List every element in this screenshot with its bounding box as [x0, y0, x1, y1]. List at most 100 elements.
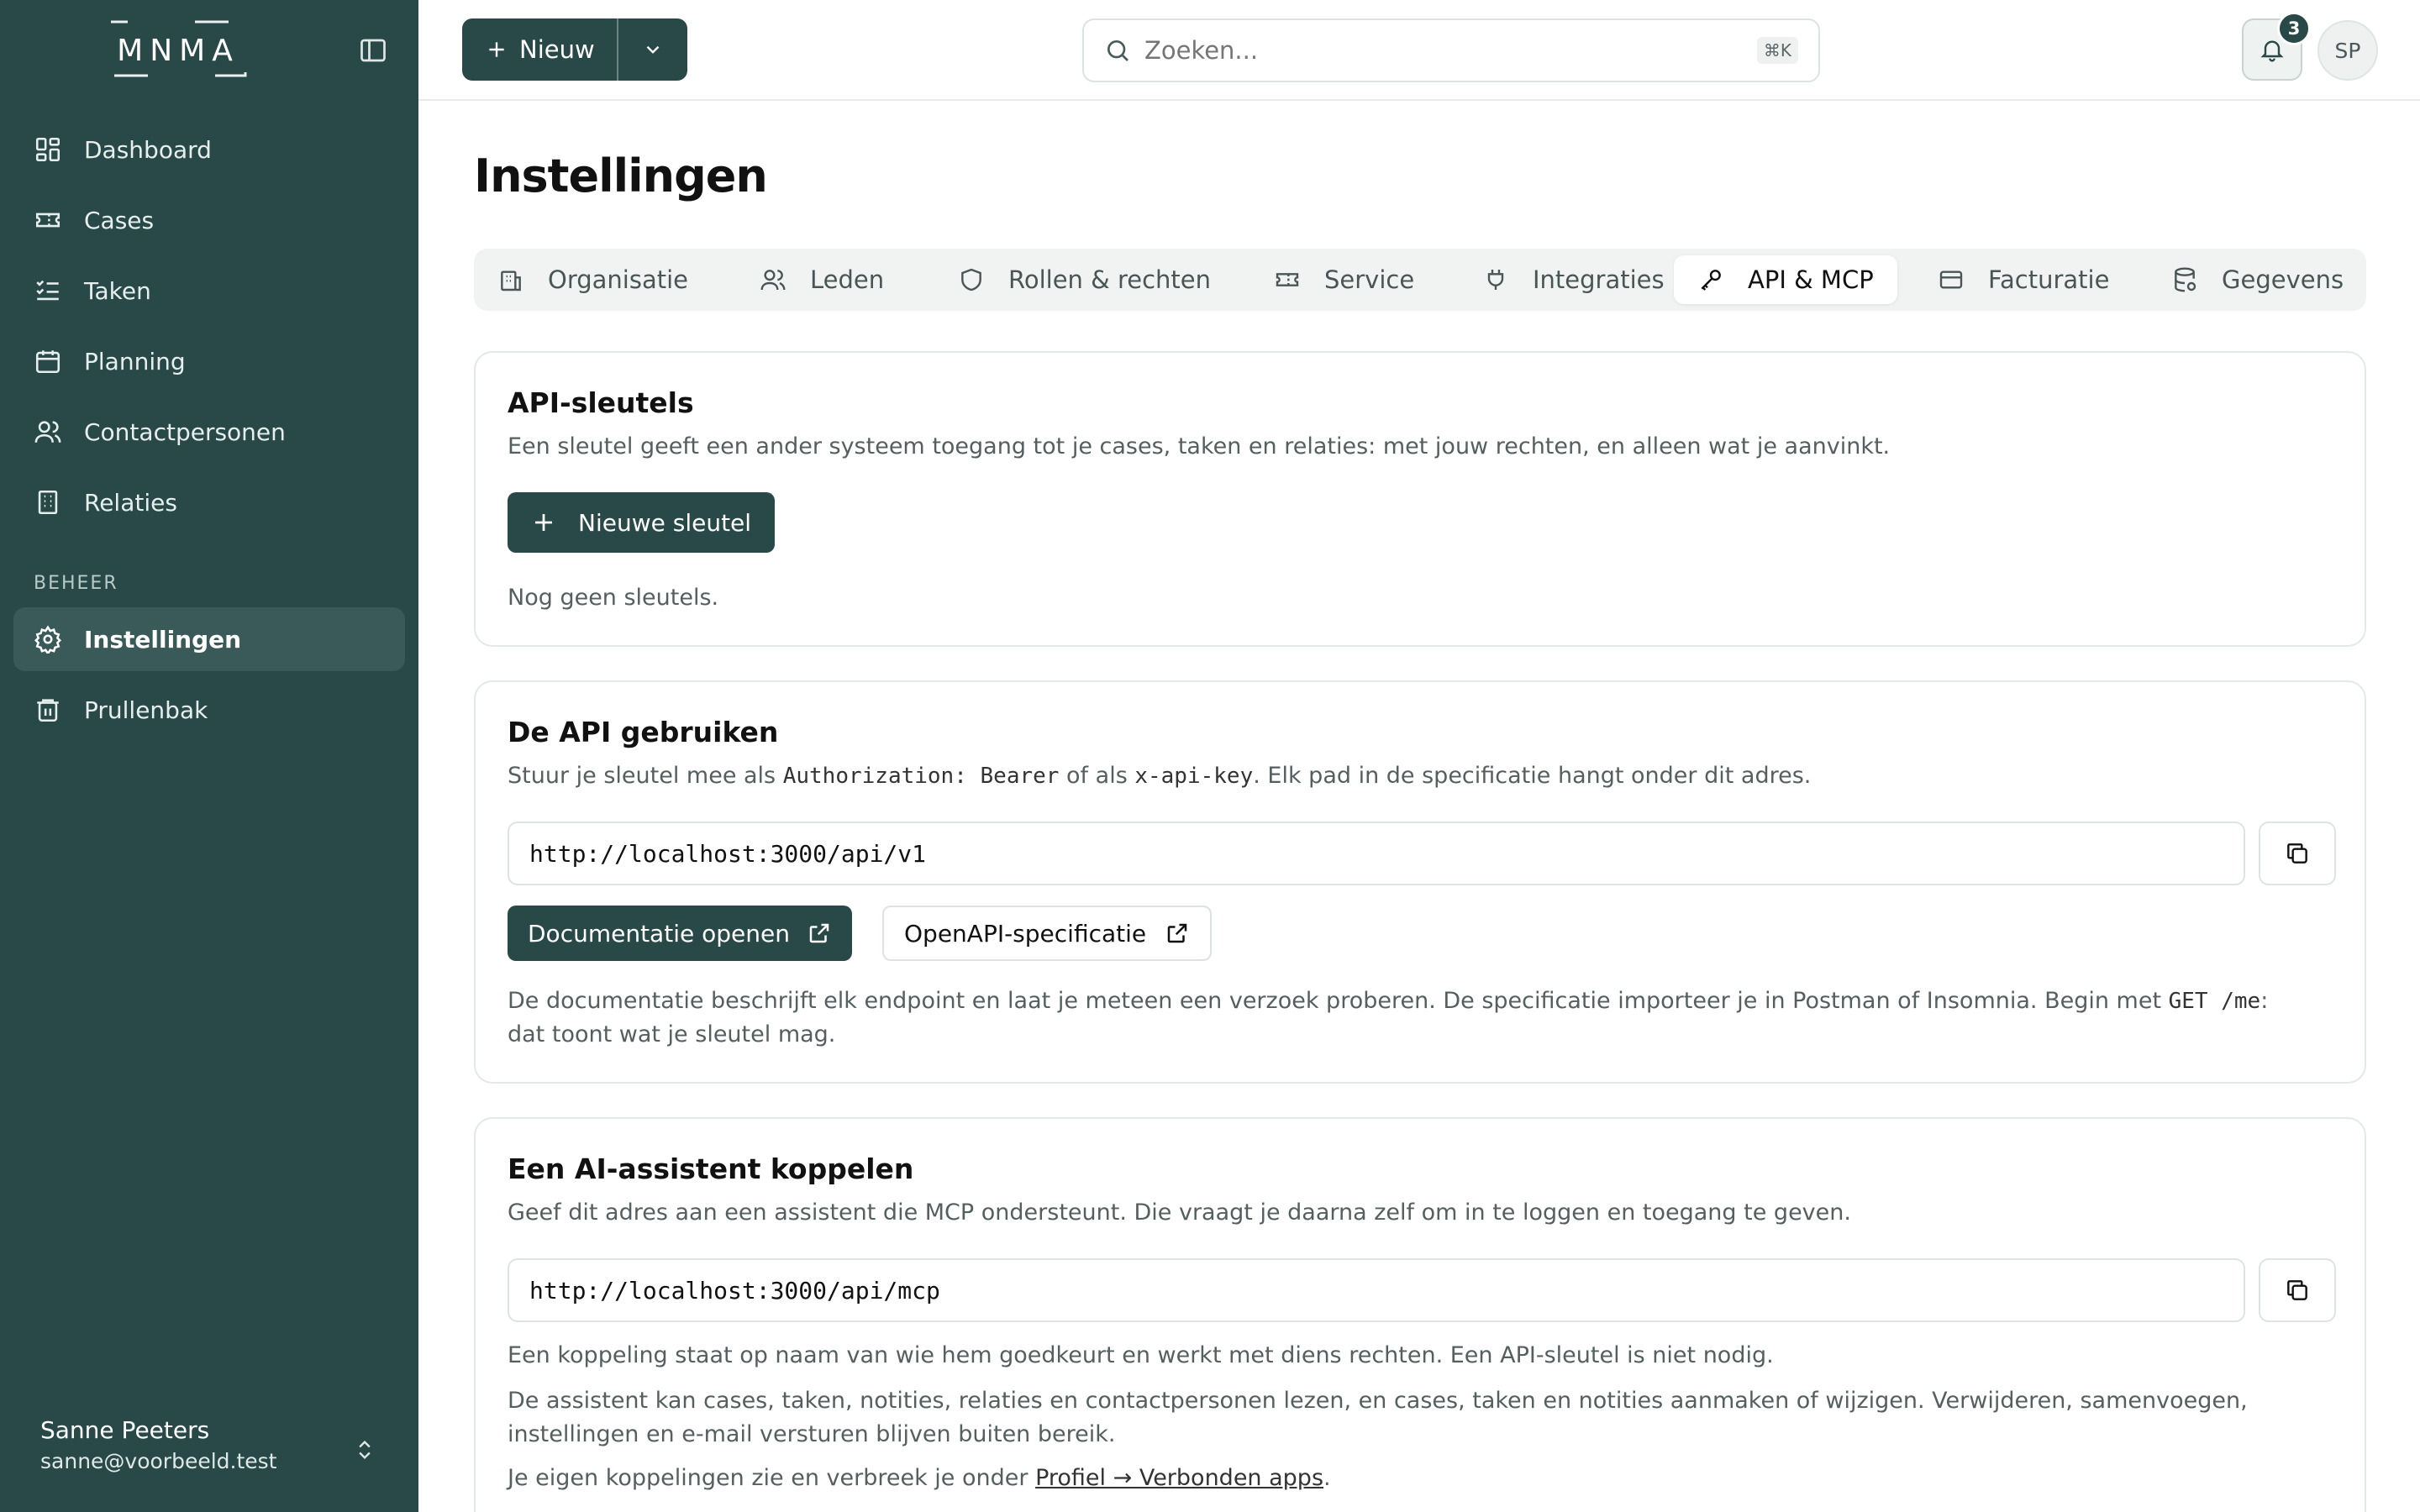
copy-mcp-url-button[interactable] [2259, 1258, 2336, 1322]
plug-icon [1487, 270, 1504, 290]
api-keys-card: API-sleutels Een sleutel geeft een ander… [474, 351, 2366, 647]
tab-gegevens[interactable]: Gegevens [2148, 255, 2367, 304]
api-usage-title: De API gebruiken [508, 716, 779, 748]
sidebar-item-relaties[interactable]: Relaties [13, 470, 405, 534]
tab-rollen-rechten[interactable]: Rollen & rechten [934, 255, 1234, 304]
desc-text: . Elk pad in de specificatie hangt onder… [1253, 763, 1812, 789]
tab-label: Leden [810, 265, 885, 294]
search-bar[interactable]: ⌘K [1082, 18, 1820, 82]
calendar-icon [35, 350, 60, 374]
key-icon [1701, 270, 1721, 291]
tab-label: Integraties [1533, 265, 1665, 294]
svg-text:MNMA: MNMA [117, 34, 239, 68]
note-text: De documentatie beschrijft elk endpoint … [508, 988, 2169, 1014]
tab-label: Facturatie [1988, 265, 2110, 294]
ai-assistant-description: Geef dit adres aan een assistent die MCP… [508, 1200, 1851, 1226]
search-icon [1107, 40, 1128, 61]
api-keys-description: Een sleutel geeft een ander systeem toeg… [508, 433, 1891, 459]
sidebar-item-label: Instellingen [84, 625, 242, 654]
note-code: GET /me [2168, 989, 2261, 1014]
api-usage-description: Stuur je sleutel mee als Authorization: … [508, 763, 1811, 789]
sidebar-item-label: Dashboard [84, 135, 212, 164]
open-docs-label: Documentatie openen [528, 919, 790, 948]
sidebar-item-instellingen[interactable]: Instellingen [13, 607, 405, 671]
ai-assistant-card: Een AI-assistent koppelen Geef dit adres… [474, 1117, 2366, 1512]
plus-icon [535, 514, 552, 531]
chevron-up-down-icon[interactable] [353, 1435, 376, 1465]
openapi-spec-button[interactable]: OpenAPI-specificatie [882, 906, 1213, 961]
desc-text: Stuur je sleutel mee als [508, 763, 783, 789]
sidebar-item-taken[interactable]: Taken [13, 259, 405, 323]
sidebar-item-label: Planning [84, 347, 186, 375]
users-icon [760, 270, 786, 291]
ticket-icon [1276, 273, 1299, 286]
chevron-down-icon [646, 45, 660, 54]
mnma-logo[interactable]: MNMA [109, 20, 247, 77]
sidebar: MNMA Dashboard Cases Taken Planning Cont… [0, 0, 418, 1512]
tab-service[interactable]: Service [1250, 255, 1438, 304]
user-name: Sanne Peeters [40, 1416, 210, 1444]
tab-integraties[interactable]: Integraties [1459, 255, 1688, 304]
building-icon [38, 490, 58, 515]
new-button[interactable]: Nieuw [462, 18, 618, 81]
tab-organisatie[interactable]: Organisatie [474, 255, 712, 304]
openapi-spec-label: OpenAPI-specificatie [904, 919, 1147, 948]
mcp-url-field[interactable]: http://localhost:3000/api/mcp [508, 1258, 2245, 1322]
copy-api-url-button[interactable] [2259, 822, 2336, 885]
tab-label: Organisatie [548, 265, 689, 294]
user-menu[interactable]: Sanne Peeters sanne@voorbeeld.test [40, 1416, 385, 1473]
tab-facturatie[interactable]: Facturatie [1914, 255, 2133, 304]
new-key-button[interactable]: Nieuwe sleutel [508, 492, 776, 553]
tab-leden[interactable]: Leden [736, 255, 908, 304]
users-icon [34, 421, 61, 443]
building-icon [501, 270, 521, 291]
desc-code: x-api-key [1134, 764, 1254, 789]
user-email: sanne@voorbeeld.test [40, 1449, 277, 1473]
section-label-beheer: BEHEER [34, 573, 118, 594]
para-text: De assistent kan cases, taken, notities,… [508, 1388, 2248, 1414]
tab-label: Service [1324, 265, 1415, 294]
new-key-label: Nieuwe sleutel [578, 508, 752, 537]
tab-label: Gegevens [2222, 265, 2344, 294]
new-button-group: Nieuw [462, 18, 687, 81]
trash-icon [37, 699, 59, 722]
sidebar-item-label: Contactpersonen [84, 417, 286, 446]
search-input[interactable] [1144, 36, 1757, 65]
para-text: . [1323, 1465, 1331, 1491]
sidebar-item-label: Cases [84, 206, 155, 234]
sidebar-item-label: Taken [84, 276, 151, 305]
api-usage-card: De API gebruiken Stuur je sleutel mee al… [474, 680, 2366, 1084]
sidebar-toggle-icon[interactable] [358, 35, 388, 66]
dashboard-icon [35, 137, 60, 162]
ticket-icon [35, 213, 60, 228]
tab-label: API & MCP [1748, 265, 1874, 294]
notification-badge: 3 [2277, 12, 2311, 45]
para-text: instellingen en e-mail versturen blijven… [508, 1421, 1116, 1447]
sidebar-item-prullenbak[interactable]: Prullenbak [13, 678, 405, 742]
database-icon [2175, 267, 2196, 292]
sidebar-item-label: Prullenbak [84, 696, 208, 724]
desc-code: Authorization: Bearer [782, 764, 1060, 789]
sidebar-item-planning[interactable]: Planning [13, 329, 405, 393]
new-dropdown-button[interactable] [618, 18, 687, 81]
sidebar-item-contactpersonen[interactable]: Contactpersonen [13, 400, 405, 464]
sidebar-item-cases[interactable]: Cases [13, 188, 405, 252]
topbar: Nieuw ⌘K 3 SP [418, 0, 2420, 101]
task-list-icon [36, 280, 59, 301]
settings-tabs: Organisatie Leden Rollen & rechten Servi… [474, 249, 2366, 311]
ai-para-1: Een koppeling staat op naam van wie hem … [508, 1342, 1774, 1368]
shield-icon [961, 268, 981, 291]
copy-icon [2287, 1280, 2307, 1300]
api-docs-note: De documentatie beschrijft elk endpoint … [508, 984, 2339, 1052]
avatar[interactable]: SP [2317, 20, 2378, 81]
api-url-field[interactable]: http://localhost:3000/api/v1 [508, 822, 2245, 885]
tab-api-mcp[interactable]: API & MCP [1674, 255, 1897, 304]
ai-para-3: Je eigen koppelingen zie en verbreek je … [508, 1462, 2339, 1495]
note-text: : [2260, 988, 2269, 1014]
connected-apps-link[interactable]: Profiel → Verbonden apps [1035, 1465, 1323, 1491]
gear-icon [34, 625, 61, 654]
sidebar-item-dashboard[interactable]: Dashboard [13, 118, 405, 181]
open-docs-button[interactable]: Documentatie openen [508, 906, 852, 961]
new-button-label: Nieuw [519, 35, 595, 64]
api-keys-title: API-sleutels [508, 386, 694, 419]
